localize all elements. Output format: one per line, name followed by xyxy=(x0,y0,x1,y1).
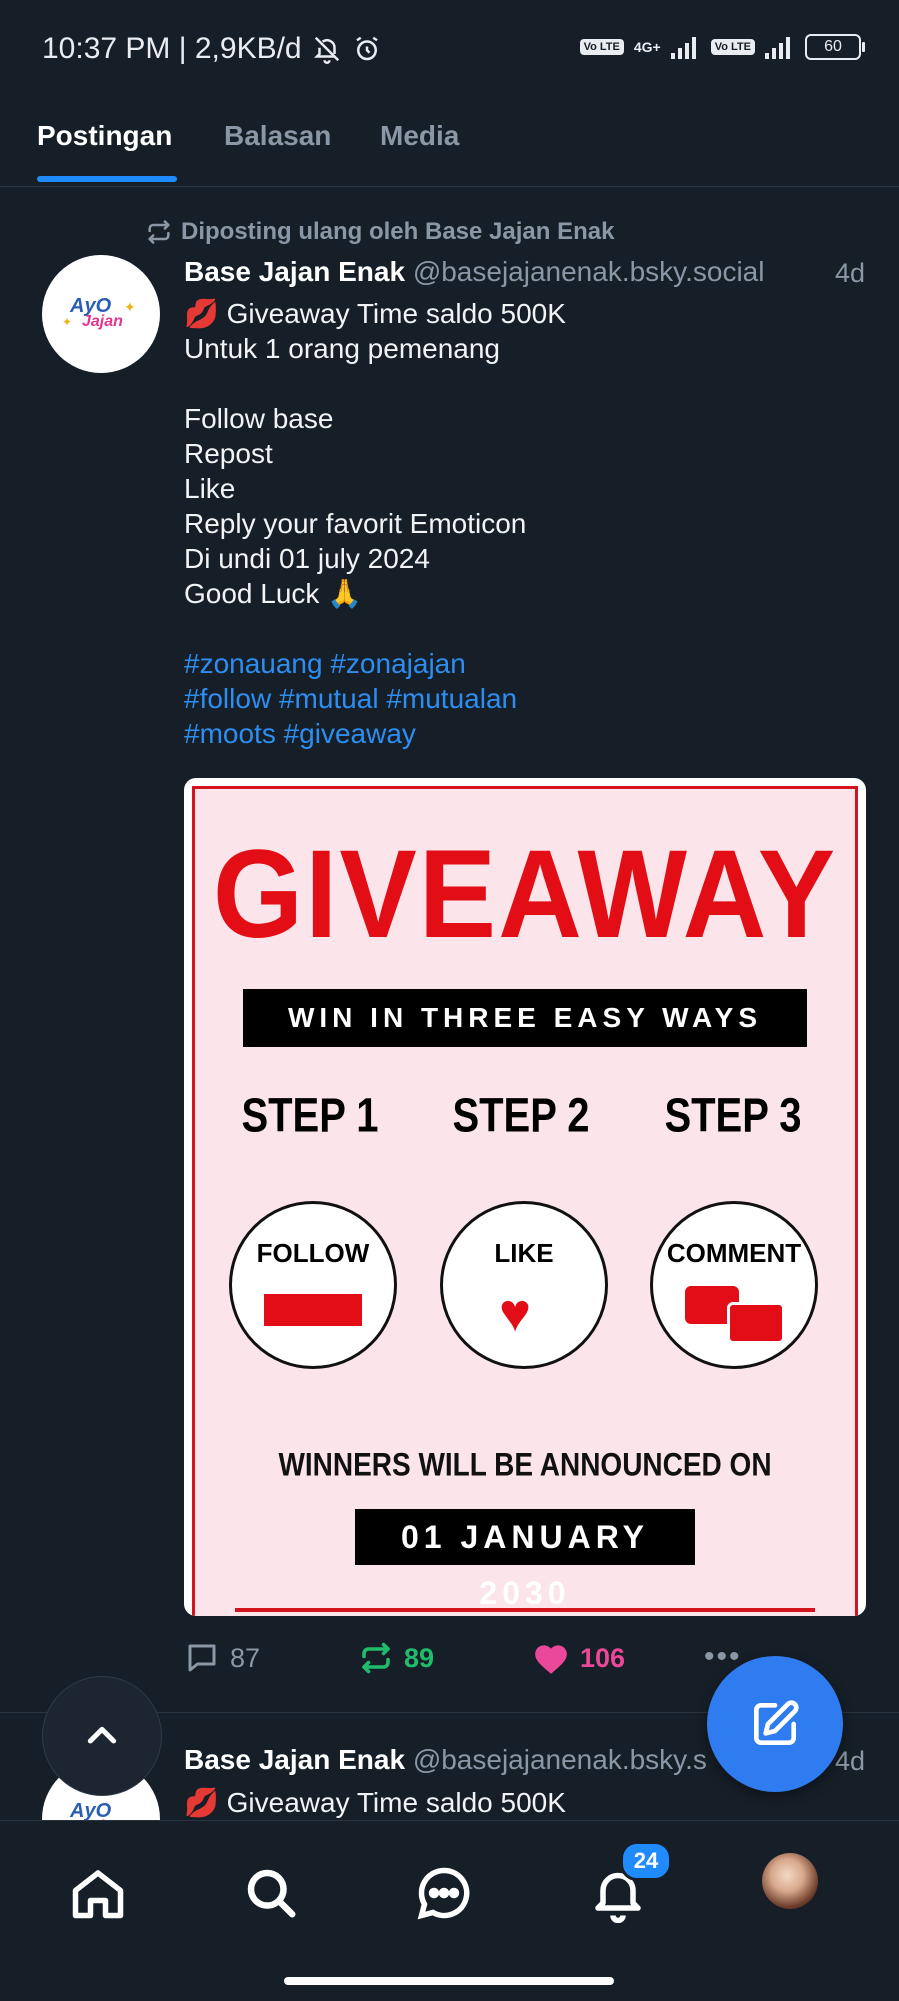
post-line-blank xyxy=(184,611,864,646)
status-right: Vo LTE 4G+ Vo LTE 60 xyxy=(579,34,865,60)
post-line: 💋 Giveaway Time saldo 500K xyxy=(184,298,566,329)
step-1-label: STEP 1 xyxy=(241,1089,379,1143)
nav-profile-avatar[interactable] xyxy=(762,1853,818,1909)
notification-badge: 24 xyxy=(620,1841,672,1881)
volte-icon-2: Vo LTE xyxy=(710,39,755,55)
repost-label: Diposting ulang oleh Base Jajan Enak xyxy=(181,218,615,245)
nav-home[interactable] xyxy=(62,1857,134,1929)
post2-time: 4d xyxy=(834,1746,865,1776)
post-time: 4d xyxy=(834,258,865,288)
active-tab-indicator xyxy=(37,176,177,182)
heart-icon: ♥ xyxy=(499,1283,532,1343)
compose-icon xyxy=(754,1700,799,1745)
volte-icon: Vo LTE xyxy=(579,39,624,55)
bottom-nav: 24 xyxy=(0,1820,899,2001)
chat-bubble-icon xyxy=(727,1302,785,1344)
post-line xyxy=(184,366,864,401)
post-line: Repost xyxy=(184,438,273,469)
like-button[interactable]: 106 xyxy=(532,1640,625,1676)
compose-button[interactable] xyxy=(707,1656,843,1792)
tab-postingan[interactable]: Postingan xyxy=(37,120,172,152)
home-icon xyxy=(72,1870,124,1919)
status-bar: 10:37 PM | 2,9KB/d Vo LTE 4G+ Vo LTE 60 xyxy=(0,0,899,100)
repost-icon xyxy=(148,220,170,244)
follow-label: FOLLOW xyxy=(256,1238,370,1268)
post-header: Base Jajan Enak @basejajanenak.bsky.soci… xyxy=(184,256,764,288)
author-name-2[interactable]: Base Jajan Enak xyxy=(184,1744,405,1775)
post2-header: Base Jajan Enak @basejajanenak.bsky.s xyxy=(184,1744,707,1776)
post2-text: 💋 Giveaway Time saldo 500K xyxy=(184,1787,566,1818)
hashtag-line[interactable]: #moots #giveaway xyxy=(184,716,864,751)
poster-title: GIVEAWAY xyxy=(212,823,838,965)
author-avatar[interactable]: AyO Jajan ✦ ✦ xyxy=(42,255,160,373)
reply-count: 87 xyxy=(230,1642,261,1673)
comment-label: COMMENT xyxy=(666,1238,802,1268)
post-line: Untuk 1 orang pemenang xyxy=(184,333,500,364)
step-2-label: STEP 2 xyxy=(452,1089,590,1143)
nav-messages[interactable] xyxy=(408,1857,480,1929)
profile-tabs: Postingan Balasan Media xyxy=(0,100,899,187)
repost-count: 89 xyxy=(404,1642,435,1673)
status-time: 10:37 PM | 2,9KB/d xyxy=(42,32,302,65)
like-label: LIKE xyxy=(494,1238,554,1268)
post-line: Di undi 01 july 2024 xyxy=(184,543,430,574)
alarm-icon xyxy=(355,36,378,61)
hashtag-line[interactable]: #follow #mutual #mutualan xyxy=(184,681,864,716)
author-handle-2[interactable]: @basejajanenak.bsky.s xyxy=(413,1744,707,1775)
poster-banner: WIN IN THREE EASY WAYS xyxy=(243,989,807,1047)
bell-off-icon xyxy=(313,36,339,64)
hashtag-line[interactable]: #zonauang #zonajajan xyxy=(184,646,864,681)
follow-circle: FOLLOW xyxy=(229,1201,397,1369)
repost-button[interactable]: 89 xyxy=(358,1640,434,1676)
tab-media[interactable]: Media xyxy=(380,120,459,152)
scroll-to-top-button[interactable] xyxy=(42,1676,162,1796)
nav-search[interactable] xyxy=(235,1857,307,1929)
battery-icon: 60 xyxy=(805,34,865,60)
follow-bar-icon xyxy=(264,1294,362,1326)
home-indicator[interactable] xyxy=(284,1977,614,1985)
avatar-logo-text-bottom: Jajan xyxy=(82,313,123,330)
post-image[interactable]: GIVEAWAY WIN IN THREE EASY WAYS STEP 1 S… xyxy=(184,778,866,1616)
chat-icon xyxy=(417,1867,470,1920)
poster-announce: WINNERS WILL BE ANNOUNCED ON xyxy=(278,1446,772,1483)
like-count: 106 xyxy=(580,1642,626,1673)
tab-balasan[interactable]: Balasan xyxy=(224,120,331,152)
poster-date: 01 JANUARY 2030 xyxy=(355,1509,695,1611)
signal-icon-2 xyxy=(765,37,790,59)
sparkle-icon: ✦ xyxy=(124,299,136,315)
step-3-label: STEP 3 xyxy=(664,1089,802,1143)
comment-circle: COMMENT xyxy=(650,1201,818,1369)
search-icon xyxy=(247,1869,296,1918)
giveaway-poster: GIVEAWAY WIN IN THREE EASY WAYS STEP 1 S… xyxy=(192,786,858,1616)
status-left: 10:37 PM | 2,9KB/d xyxy=(42,32,382,66)
post-line: Follow base xyxy=(184,403,334,434)
repost-icon xyxy=(362,1642,390,1674)
sparkle-icon: ✦ xyxy=(62,315,73,329)
post-line: Good Luck 🙏 xyxy=(184,578,363,609)
chevron-up-icon xyxy=(87,1726,117,1744)
heart-filled-icon xyxy=(535,1645,567,1674)
signal-icon xyxy=(670,37,696,59)
author-handle[interactable]: @basejajanenak.bsky.social xyxy=(413,256,765,287)
author-name[interactable]: Base Jajan Enak xyxy=(184,256,405,287)
post-line: Reply your favorit Emoticon xyxy=(184,508,527,539)
reply-button[interactable]: 87 xyxy=(184,1640,260,1676)
like-circle: LIKE ♥ xyxy=(440,1201,608,1369)
comment-icon xyxy=(188,1644,216,1672)
post-line: Like xyxy=(184,473,236,504)
post-body: 💋 Giveaway Time saldo 500K Untuk 1 orang… xyxy=(184,296,864,751)
network-type-label: 4G+ xyxy=(633,39,661,55)
repost-context[interactable]: Diposting ulang oleh Base Jajan Enak xyxy=(145,218,614,246)
poster-border-line xyxy=(235,1608,815,1612)
